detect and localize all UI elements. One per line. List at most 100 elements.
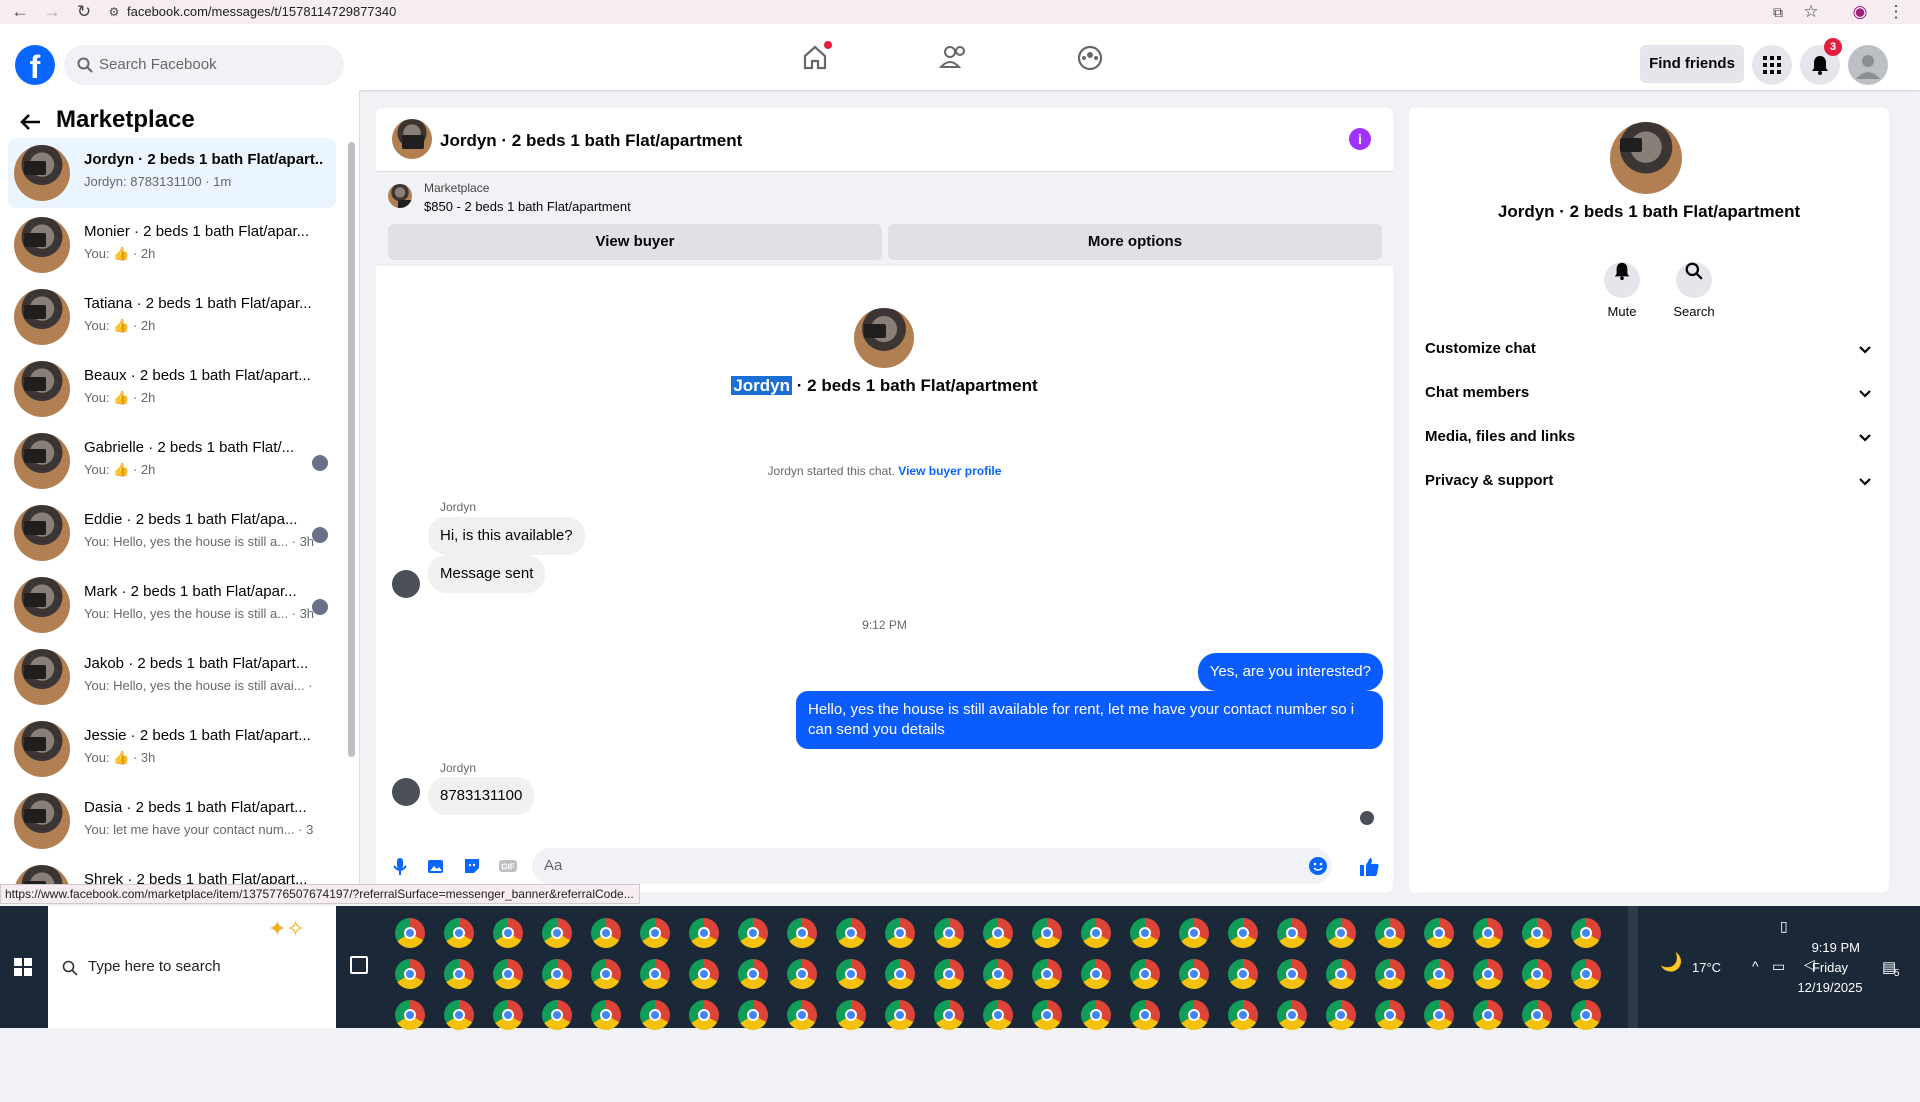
taskbar-app-icon[interactable] <box>1277 959 1307 989</box>
microphone-icon[interactable] <box>390 856 410 876</box>
taskbar-app-icon[interactable] <box>1326 959 1356 989</box>
conversation-item[interactable]: Beaux · 2 beds 1 bath Flat/apart... You: … <box>8 354 336 424</box>
taskbar-app-icon[interactable] <box>689 918 719 948</box>
taskbar-app-icon[interactable] <box>1375 959 1405 989</box>
taskbar-app-icon[interactable] <box>787 918 817 948</box>
address-bar[interactable]: facebook.com/messages/t/1578114729877340 <box>127 2 1747 22</box>
taskbar-app-icon[interactable] <box>1032 918 1062 948</box>
chat-title[interactable]: Jordyn · 2 beds 1 bath Flat/apartment <box>440 131 742 151</box>
friends-icon[interactable] <box>933 37 973 77</box>
conversation-item[interactable]: Mark · 2 beds 1 bath Flat/apar... You: He… <box>8 570 336 640</box>
taskbar-app-icon[interactable] <box>591 918 621 948</box>
groups-icon[interactable] <box>1070 37 1110 77</box>
taskbar-app-icon[interactable] <box>1522 959 1552 989</box>
privacy-support-section[interactable]: Privacy & support <box>1425 460 1873 504</box>
account-avatar[interactable] <box>1848 45 1888 85</box>
taskbar-app-icon[interactable] <box>1424 1000 1454 1030</box>
taskbar-app-icon[interactable] <box>444 918 474 948</box>
taskbar-app-icon[interactable] <box>934 918 964 948</box>
conversation-item[interactable]: Eddie · 2 beds 1 bath Flat/apa... You: He… <box>8 498 336 568</box>
taskbar-app-icon[interactable] <box>1522 1000 1552 1030</box>
apps-menu-button[interactable] <box>1752 45 1792 85</box>
more-options-button[interactable]: More options <box>888 224 1382 260</box>
conversation-item[interactable]: Tatiana · 2 beds 1 bath Flat/apar... You:… <box>8 282 336 352</box>
taskbar-app-icon[interactable] <box>493 918 523 948</box>
taskbar-app-icon[interactable] <box>983 918 1013 948</box>
conversation-item[interactable]: Monier · 2 beds 1 bath Flat/apar... You: … <box>8 210 336 280</box>
taskbar-app-icon[interactable] <box>1228 1000 1258 1030</box>
find-friends-button[interactable]: Find friends <box>1640 45 1744 83</box>
info-icon[interactable]: i <box>1349 128 1371 150</box>
taskbar-app-icon[interactable] <box>1081 1000 1111 1030</box>
taskbar-app-icon[interactable] <box>983 959 1013 989</box>
taskbar-app-icon[interactable] <box>1571 959 1601 989</box>
taskbar-app-icon[interactable] <box>1081 959 1111 989</box>
incoming-message[interactable]: Message sent <box>428 555 546 593</box>
weather-temp[interactable]: 17°C <box>1692 960 1721 1082</box>
incoming-message[interactable]: 8783131100 <box>428 777 535 815</box>
taskbar-app-icon[interactable] <box>1375 918 1405 948</box>
taskbar-app-icon[interactable] <box>934 959 964 989</box>
back-arrow-icon[interactable] <box>18 110 44 134</box>
taskbar-app-icon[interactable] <box>983 1000 1013 1030</box>
taskbar-app-icon[interactable] <box>836 959 866 989</box>
taskbar-scrollbar[interactable] <box>1628 906 1638 1028</box>
taskbar-app-icon[interactable] <box>640 918 670 948</box>
sidebar-scrollbar[interactable] <box>348 142 355 757</box>
thumbs-up-icon[interactable] <box>1358 856 1380 878</box>
taskbar-app-icon[interactable] <box>640 1000 670 1030</box>
taskbar-app-icon[interactable] <box>1326 918 1356 948</box>
taskbar-search[interactable]: Type here to search ✦✧ <box>48 906 336 1028</box>
taskbar-app-icon[interactable] <box>591 1000 621 1030</box>
chat-avatar[interactable] <box>392 119 432 159</box>
taskbar-app-icon[interactable] <box>787 959 817 989</box>
taskbar-app-icon[interactable] <box>493 959 523 989</box>
taskbar-app-icon[interactable] <box>1228 918 1258 948</box>
taskbar-app-icon[interactable] <box>1179 918 1209 948</box>
search-in-chat-button[interactable]: Search <box>1664 253 1724 319</box>
customize-chat-section[interactable]: Customize chat <box>1425 328 1873 372</box>
incoming-message[interactable]: Hi, is this available? <box>428 517 585 555</box>
taskbar-app-icon[interactable] <box>1277 918 1307 948</box>
taskbar-app-icon[interactable] <box>738 918 768 948</box>
taskbar-app-icon[interactable] <box>885 918 915 948</box>
taskbar-app-icon[interactable] <box>1032 959 1062 989</box>
message-input[interactable]: Aa <box>532 848 1332 884</box>
taskbar-app-icon[interactable] <box>1228 959 1258 989</box>
install-icon[interactable]: ⧉ <box>1768 2 1788 22</box>
taskbar-app-icon[interactable] <box>885 959 915 989</box>
menu-dots-icon[interactable]: ⋮ <box>1886 2 1906 22</box>
taskbar-app-icon[interactable] <box>444 959 474 989</box>
chat-members-section[interactable]: Chat members <box>1425 372 1873 416</box>
conversation-item[interactable]: Jessie · 2 beds 1 bath Flat/apart... You:… <box>8 714 336 784</box>
taskbar-app-icon[interactable] <box>787 1000 817 1030</box>
home-icon[interactable] <box>795 37 835 77</box>
taskbar-app-icon[interactable] <box>1424 918 1454 948</box>
taskbar-app-icon[interactable] <box>395 1000 425 1030</box>
conversation-item[interactable]: Jakob · 2 beds 1 bath Flat/apart... You: … <box>8 642 336 712</box>
bookmark-star-icon[interactable]: ☆ <box>1801 2 1821 22</box>
taskbar-app-icon[interactable] <box>836 1000 866 1030</box>
gif-icon[interactable]: GIF <box>498 856 518 876</box>
taskbar-app-icon[interactable] <box>1032 1000 1062 1030</box>
chevron-up-icon[interactable]: ^ <box>1752 958 1759 1080</box>
taskbar-app-icon[interactable] <box>934 1000 964 1030</box>
taskbar-app-icon[interactable] <box>1130 959 1160 989</box>
taskbar-app-icon[interactable] <box>1473 1000 1503 1030</box>
taskbar-app-icon[interactable] <box>1522 918 1552 948</box>
view-buyer-button[interactable]: View buyer <box>388 224 882 260</box>
outgoing-message[interactable]: Yes, are you interested? <box>1197 653 1383 691</box>
task-view-icon[interactable] <box>350 956 368 974</box>
taskbar-app-icon[interactable] <box>542 918 572 948</box>
taskbar-app-icon[interactable] <box>542 959 572 989</box>
conversation-item[interactable]: Jordyn · 2 beds 1 bath Flat/apart... Jord… <box>8 138 336 208</box>
taskbar-app-icon[interactable] <box>738 959 768 989</box>
taskbar-app-icon[interactable] <box>1326 1000 1356 1030</box>
taskbar-app-icon[interactable] <box>493 1000 523 1030</box>
facebook-logo[interactable]: f <box>15 45 55 85</box>
outgoing-message[interactable]: Hello, yes the house is still available … <box>796 691 1383 749</box>
taskbar-app-icon[interactable] <box>1375 1000 1405 1030</box>
taskbar-app-icon[interactable] <box>640 959 670 989</box>
taskbar-app-icon[interactable] <box>1179 959 1209 989</box>
start-button[interactable] <box>0 906 48 1028</box>
